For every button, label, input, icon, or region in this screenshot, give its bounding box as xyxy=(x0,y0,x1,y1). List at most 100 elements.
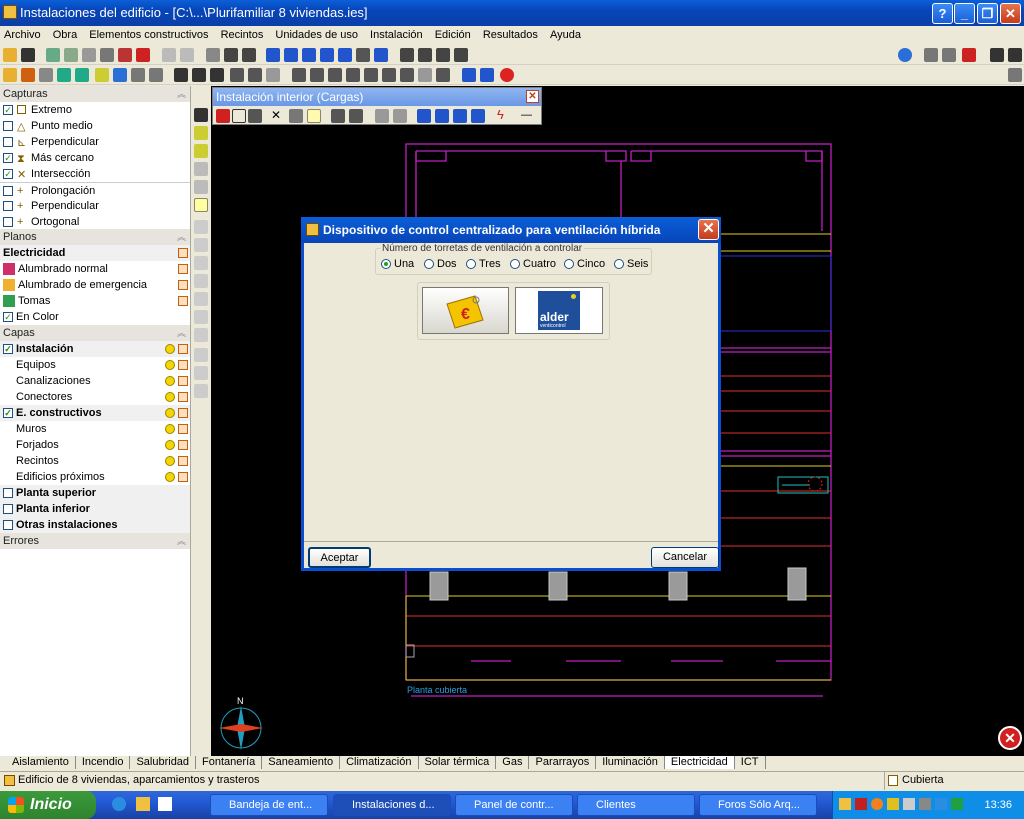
plan-icon[interactable] xyxy=(178,248,188,258)
cancel-circle-icon[interactable]: ✕ xyxy=(998,726,1022,750)
capture-extremo[interactable]: ✓ Extremo xyxy=(0,102,190,118)
visibility-icon[interactable] xyxy=(165,376,175,386)
pan-icon[interactable] xyxy=(356,48,370,62)
tool-icon[interactable] xyxy=(192,68,206,82)
capture-ortogonal[interactable]: + Ortogonal xyxy=(0,214,190,230)
tab-incendio[interactable]: Incendio xyxy=(76,756,131,769)
tool-icon[interactable] xyxy=(346,68,360,82)
tab-climatizacion[interactable]: Climatización xyxy=(340,756,419,769)
tool-icon[interactable] xyxy=(266,48,280,62)
capa-equipos[interactable]: Equipos xyxy=(0,357,190,373)
tool-icon[interactable] xyxy=(248,68,262,82)
tool-icon[interactable] xyxy=(206,48,220,62)
checkbox[interactable]: ✓ xyxy=(3,169,13,179)
checkbox[interactable] xyxy=(3,201,13,211)
tab-ict[interactable]: ICT xyxy=(735,756,766,769)
tool-icon[interactable] xyxy=(194,126,208,140)
tool-icon[interactable] xyxy=(990,48,1004,62)
task-panel[interactable]: Panel de contr... xyxy=(455,794,573,816)
layer-icon[interactable] xyxy=(178,424,188,434)
rectangle-icon[interactable] xyxy=(232,109,246,123)
volume-icon[interactable] xyxy=(919,798,931,810)
tray-icon[interactable] xyxy=(951,798,963,810)
plano-alumbrado-normal[interactable]: Alumbrado normal xyxy=(0,261,190,277)
capa-muros[interactable]: Muros xyxy=(0,421,190,437)
planos-header[interactable]: Planos ︽ xyxy=(0,229,190,245)
tool-icon[interactable] xyxy=(194,108,208,122)
tool-icon[interactable] xyxy=(320,48,334,62)
tool-icon[interactable] xyxy=(292,68,306,82)
tab-saneamiento[interactable]: Saneamiento xyxy=(262,756,341,769)
media-icon[interactable] xyxy=(855,798,867,810)
tool-icon[interactable] xyxy=(382,68,396,82)
tool-icon[interactable] xyxy=(57,68,71,82)
tool-icon[interactable] xyxy=(194,310,208,324)
menu-obra[interactable]: Obra xyxy=(49,26,81,44)
checkbox[interactable] xyxy=(3,488,13,498)
planos-group-electricidad[interactable]: Electricidad xyxy=(0,245,190,261)
tool-icon[interactable] xyxy=(454,48,468,62)
tool-icon[interactable] xyxy=(471,109,485,123)
tool-icon[interactable] xyxy=(1008,48,1022,62)
magnet-icon[interactable] xyxy=(136,48,150,62)
zoom-icon[interactable] xyxy=(302,48,316,62)
layer-icon[interactable] xyxy=(178,392,188,402)
tool-icon[interactable] xyxy=(194,180,208,194)
capture-punto-medio[interactable]: △ Punto medio xyxy=(0,118,190,134)
radio-dos[interactable]: Dos xyxy=(424,258,457,271)
tool-icon[interactable] xyxy=(64,48,78,62)
tool-icon[interactable] xyxy=(1008,68,1022,82)
menu-elementos[interactable]: Elementos constructivos xyxy=(85,26,212,44)
tool-icon[interactable] xyxy=(349,109,363,123)
tool-icon[interactable] xyxy=(393,109,407,123)
capa-instalacion[interactable]: ✓ Instalación xyxy=(0,341,190,357)
capa-conectores[interactable]: Conectores xyxy=(0,389,190,405)
start-button[interactable]: Inicio xyxy=(0,791,96,819)
radio-tres[interactable]: Tres xyxy=(466,258,501,271)
capturas-header[interactable]: Capturas ︽ xyxy=(0,86,190,102)
capa-canalizaciones[interactable]: Canalizaciones xyxy=(0,373,190,389)
tool-icon[interactable] xyxy=(436,48,450,62)
menu-edicion[interactable]: Edición xyxy=(431,26,475,44)
menu-instalacion[interactable]: Instalación xyxy=(366,26,427,44)
radio-indicator[interactable] xyxy=(510,259,520,269)
radio-indicator[interactable] xyxy=(424,259,434,269)
redo-icon[interactable] xyxy=(180,48,194,62)
tab-gas[interactable]: Gas xyxy=(496,756,530,769)
menu-archivo[interactable]: Archivo xyxy=(0,26,45,44)
layer-icon[interactable] xyxy=(178,440,188,450)
layer-icon[interactable] xyxy=(178,408,188,418)
plan-icon[interactable] xyxy=(178,296,188,306)
tool-icon[interactable] xyxy=(46,48,60,62)
capa-edificios-proximos[interactable]: Edificios próximos xyxy=(0,469,190,485)
capture-mas-cercano[interactable]: ✓ ⧗ Más cercano xyxy=(0,150,190,166)
tool-icon[interactable] xyxy=(248,109,262,123)
save-icon[interactable] xyxy=(21,48,35,62)
tool-icon[interactable] xyxy=(194,144,208,158)
task-clientes[interactable]: Clientes xyxy=(577,794,695,816)
tool-icon[interactable] xyxy=(224,48,238,62)
capa-forjados[interactable]: Forjados xyxy=(0,437,190,453)
tool-icon[interactable] xyxy=(289,109,303,123)
restore-button[interactable]: ❐ xyxy=(977,3,998,24)
tool-icon[interactable] xyxy=(375,109,389,123)
tool-icon[interactable] xyxy=(75,68,89,82)
tool-icon[interactable] xyxy=(331,109,345,123)
plano-tomas[interactable]: Tomas xyxy=(0,293,190,309)
tool-icon[interactable] xyxy=(418,68,432,82)
capture-prolongacion[interactable]: + Prolongación xyxy=(0,182,190,198)
tool-icon[interactable] xyxy=(453,109,467,123)
tool-icon[interactable] xyxy=(113,68,127,82)
checkbox[interactable] xyxy=(3,121,13,131)
tool-icon[interactable] xyxy=(436,68,450,82)
tool-icon[interactable] xyxy=(131,68,145,82)
tool-icon[interactable] xyxy=(210,68,224,82)
checkbox[interactable] xyxy=(3,186,13,196)
tab-solar-termica[interactable]: Solar térmica xyxy=(419,756,497,769)
check-help-icon[interactable] xyxy=(480,68,494,82)
tool-icon[interactable] xyxy=(435,109,449,123)
tool-icon[interactable] xyxy=(194,256,208,270)
lightning-icon[interactable]: ϟ xyxy=(497,108,511,123)
radio-indicator[interactable] xyxy=(466,259,476,269)
capa-planta-superior[interactable]: Planta superior xyxy=(0,485,190,501)
